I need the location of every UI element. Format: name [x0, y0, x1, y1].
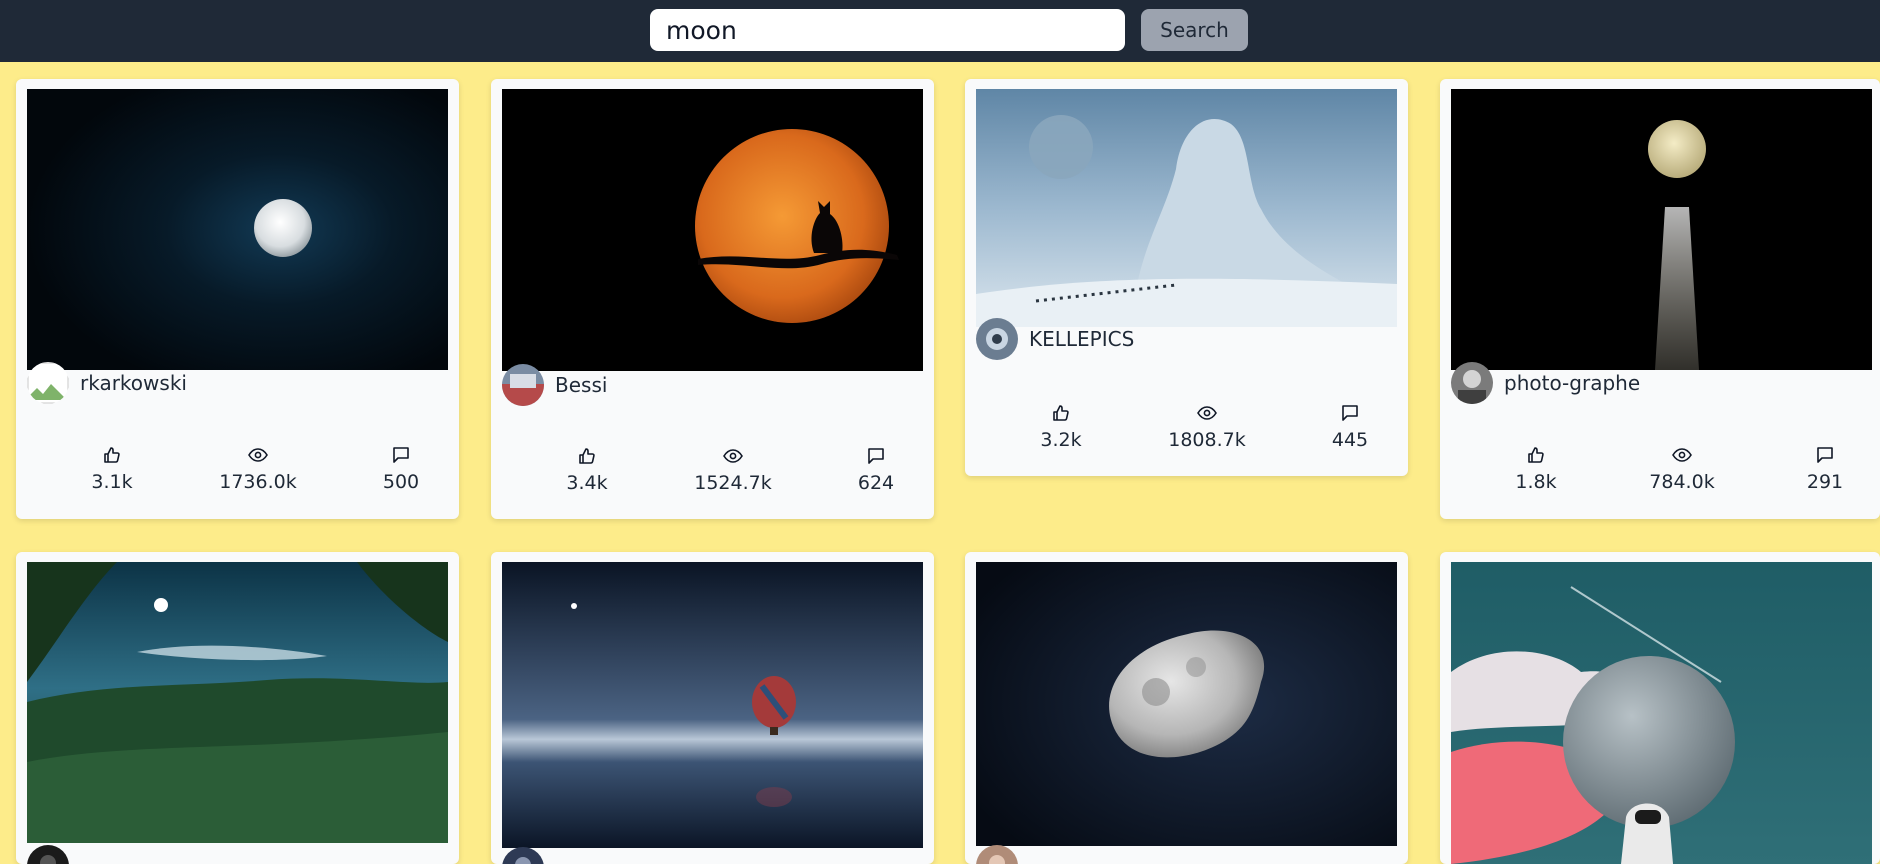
image-card[interactable] — [16, 552, 459, 864]
photo-moon-over-forest[interactable] — [27, 562, 448, 843]
thumbs-up-icon — [579, 448, 595, 464]
likes-count: 1.8k — [1515, 471, 1557, 493]
likes-stat[interactable]: 1.8k — [1466, 445, 1606, 493]
views-stat[interactable]: 784.0k — [1612, 445, 1752, 493]
comments-count: 500 — [382, 471, 420, 493]
views-count: 784.0k — [1649, 471, 1715, 493]
username[interactable]: KELLEPICS — [1029, 327, 1134, 351]
comments-count: 445 — [1331, 429, 1369, 451]
photo-moon-in-dark-sky[interactable] — [27, 89, 448, 370]
eye-icon — [1672, 448, 1692, 462]
avatar[interactable] — [27, 362, 69, 404]
top-bar: Search — [0, 0, 1880, 62]
username[interactable]: photo-graphe — [1504, 371, 1640, 395]
eye-icon — [723, 449, 743, 463]
views-count: 1524.7k — [694, 472, 772, 494]
image-card[interactable] — [1440, 552, 1880, 864]
comments-count: 291 — [1806, 471, 1844, 493]
views-count: 1808.7k — [1168, 429, 1246, 451]
thumbs-up-icon — [1528, 447, 1544, 463]
image-card[interactable]: Bessi 3.4k 1524.7k 624 — [491, 79, 934, 519]
avatar[interactable] — [502, 847, 544, 864]
comments-count: 624 — [857, 472, 895, 494]
image-card[interactable] — [491, 552, 934, 864]
views-stat[interactable]: 1808.7k — [1137, 403, 1277, 451]
photo-hot-air-balloon-night[interactable] — [502, 562, 923, 848]
eye-icon — [248, 448, 268, 462]
photo-cat-silhouette-orange-moon[interactable] — [502, 89, 923, 371]
photo-moon-over-sea[interactable] — [1451, 89, 1872, 370]
comment-icon — [1817, 447, 1833, 463]
comments-stat[interactable]: 445 — [1280, 403, 1408, 451]
likes-count: 3.2k — [1040, 429, 1082, 451]
comments-stat[interactable]: 291 — [1755, 445, 1880, 493]
views-stat[interactable]: 1736.0k — [188, 445, 328, 493]
comments-stat[interactable]: 500 — [331, 445, 459, 493]
avatar[interactable] — [27, 845, 69, 864]
username[interactable]: rkarkowski — [80, 371, 187, 395]
likes-stat[interactable]: 3.2k — [991, 403, 1131, 451]
image-card[interactable]: rkarkowski 3.1k 1736.0k 500 — [16, 79, 459, 519]
avatar[interactable] — [976, 845, 1018, 864]
likes-count: 3.4k — [566, 472, 608, 494]
search-button[interactable]: Search — [1141, 9, 1248, 51]
thumbs-up-icon — [1053, 405, 1069, 421]
image-card[interactable]: photo-graphe 1.8k 784.0k 291 — [1440, 79, 1880, 519]
thumbs-up-icon — [104, 447, 120, 463]
search-input[interactable] — [650, 9, 1125, 51]
comments-stat[interactable]: 624 — [806, 446, 934, 494]
avatar[interactable] — [1451, 362, 1493, 404]
views-count: 1736.0k — [219, 471, 297, 493]
comment-icon — [393, 447, 409, 463]
image-card[interactable]: KELLEPICS 3.2k 1808.7k 445 — [965, 79, 1408, 476]
photo-half-moon[interactable] — [976, 562, 1397, 846]
likes-count: 3.1k — [91, 471, 133, 493]
likes-stat[interactable]: 3.1k — [42, 445, 182, 493]
image-card[interactable] — [965, 552, 1408, 864]
photo-astronaut-moon-clouds[interactable] — [1451, 562, 1872, 864]
avatar[interactable] — [976, 318, 1018, 360]
avatar[interactable] — [502, 364, 544, 406]
views-stat[interactable]: 1524.7k — [663, 446, 803, 494]
username[interactable]: Bessi — [555, 373, 607, 397]
likes-stat[interactable]: 3.4k — [517, 446, 657, 494]
photo-ice-giant-mountain[interactable] — [976, 89, 1397, 327]
comment-icon — [868, 448, 884, 464]
eye-icon — [1197, 406, 1217, 420]
comment-icon — [1342, 405, 1358, 421]
